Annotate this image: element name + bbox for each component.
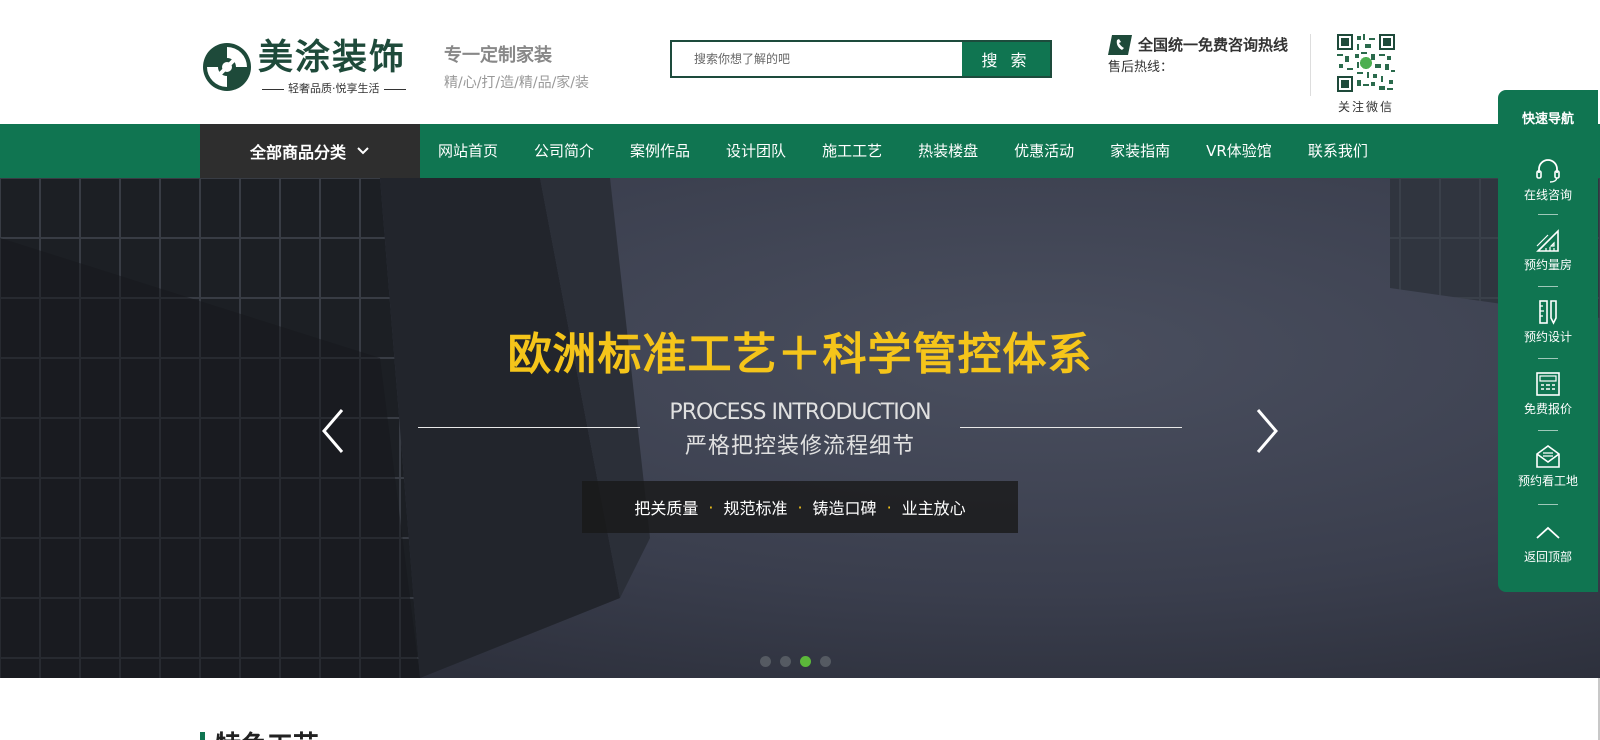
quick-nav-separator (1538, 358, 1558, 359)
quick-nav-panel: 快速导航 在线咨询 预约量房 预约设计 免费报价 预约看工地 返回顶部 (1498, 90, 1598, 592)
banner-pagination (760, 656, 840, 667)
wechat-qr: 关注微信 (1336, 34, 1396, 115)
quick-nav-label: 预约设计 (1523, 330, 1572, 344)
all-categories-button[interactable]: 全部商品分类 (200, 124, 420, 178)
calculator-icon (1536, 372, 1560, 396)
site-header: 美涂装饰 轻奢品质·悦享生活 专一定制家装 精/心/打/造/精/品/家/装 搜 … (0, 0, 1600, 124)
banner-subtitle-cn: 严格把控装修流程细节 (684, 434, 915, 459)
quick-nav-separator (1538, 214, 1558, 215)
main-nav: 全部商品分类 网站首页 公司简介 案例作品 设计团队 施工工艺 热装楼盘 优惠活… (0, 124, 1600, 178)
search-button[interactable]: 搜 索 (962, 42, 1050, 76)
phone-icon (1108, 35, 1132, 55)
logo-name: 美涂装饰 (258, 38, 407, 78)
quick-nav-separator (1538, 504, 1558, 505)
banner-subtitle-en: PROCESS INTRODUCTION (669, 400, 931, 425)
quick-nav-separator (1538, 430, 1558, 431)
chevron-up-icon (1536, 526, 1560, 539)
headset-icon (1536, 159, 1560, 183)
qr-label: 关注微信 (1337, 100, 1394, 114)
envelope-icon (1536, 445, 1560, 468)
pagination-dot[interactable] (780, 656, 791, 667)
quick-nav-online-consult[interactable]: 在线咨询 (1498, 156, 1598, 203)
nav-item-guide[interactable]: 家装指南 (1092, 124, 1188, 178)
nav-item-properties[interactable]: 热装楼盘 (900, 124, 996, 178)
quick-nav-quote[interactable]: 免费报价 (1498, 370, 1598, 417)
section-title: 特色工艺 (215, 732, 319, 740)
nav-item-cases[interactable]: 案例作品 (612, 124, 708, 178)
nav-item-vr[interactable]: VR体验馆 (1188, 124, 1290, 178)
banner-tag: 把关质量 (634, 499, 699, 518)
quick-nav-label: 预约量房 (1523, 258, 1572, 272)
hero-banner: 欧洲标准工艺＋科学管控体系 PROCESS INTRODUCTION 严格把控装… (0, 178, 1600, 678)
aftersale-label: 售后热线： (1108, 60, 1174, 75)
nav-item-contact[interactable]: 联系我们 (1290, 124, 1386, 178)
nav-items: 网站首页 公司简介 案例作品 设计团队 施工工艺 热装楼盘 优惠活动 家装指南 … (420, 124, 1386, 178)
slogan: 专一定制家装 精/心/打/造/精/品/家/装 (444, 44, 589, 94)
banner-title: 欧洲标准工艺＋科学管控体系 (507, 329, 1093, 380)
banner-prev-arrow-icon[interactable] (318, 406, 348, 456)
slogan-sub: 精/心/打/造/精/品/家/装 (444, 75, 590, 91)
quick-nav-label: 预约看工地 (1517, 474, 1578, 488)
nav-item-home[interactable]: 网站首页 (420, 124, 516, 178)
qr-code-icon (1337, 34, 1395, 92)
banner-tag: 铸造口碑 (812, 499, 877, 518)
tag-separator: · (708, 497, 714, 517)
hotline-label: 全国统一免费咨询热线 (1138, 36, 1289, 54)
pagination-dot-active[interactable] (800, 656, 811, 667)
slogan-main: 专一定制家装 (444, 45, 552, 66)
logo-mark-icon (203, 43, 251, 91)
section-accent-bar (200, 732, 205, 740)
all-categories-label: 全部商品分类 (249, 143, 346, 162)
quick-nav-measure[interactable]: 预约量房 (1498, 226, 1598, 273)
quick-nav-label: 返回顶部 (1523, 550, 1572, 564)
quick-nav-separator (1538, 286, 1558, 287)
banner-tag: 业主放心 (901, 499, 966, 518)
hotline-row: 全国统一免费咨询热线 (1108, 34, 1288, 56)
search-input[interactable] (672, 42, 964, 76)
quick-nav-label: 免费报价 (1523, 402, 1572, 416)
tag-separator: · (797, 497, 803, 517)
banner-tag: 规范标准 (723, 499, 788, 518)
banner-next-arrow-icon[interactable] (1252, 406, 1282, 456)
site-logo[interactable]: 美涂装饰 轻奢品质·悦享生活 (200, 38, 420, 96)
quick-nav-site-visit[interactable]: 预约看工地 (1498, 442, 1598, 489)
quick-nav-back-to-top[interactable]: 返回顶部 (1498, 518, 1598, 565)
nav-item-about[interactable]: 公司简介 (516, 124, 612, 178)
nav-item-design-team[interactable]: 设计团队 (708, 124, 804, 178)
pencil-ruler-icon (1539, 300, 1557, 325)
section-heading: 特色工艺 (200, 732, 319, 740)
quick-nav-design[interactable]: 预约设计 (1498, 298, 1598, 345)
nav-item-promotions[interactable]: 优惠活动 (996, 124, 1092, 178)
nav-item-craft[interactable]: 施工工艺 (804, 124, 900, 178)
chevron-down-icon (357, 147, 369, 155)
logo-tagline: 轻奢品质·悦享生活 (258, 80, 410, 96)
tag-separator: · (886, 497, 892, 517)
quick-nav-title: 快速导航 (1521, 112, 1574, 127)
ruler-triangle-icon (1536, 229, 1559, 252)
hotline-block: 全国统一免费咨询热线 售后热线： (1108, 34, 1288, 78)
pagination-dot[interactable] (760, 656, 771, 667)
pagination-dot[interactable] (820, 656, 831, 667)
quick-nav-label: 在线咨询 (1523, 188, 1572, 202)
header-divider (1310, 34, 1311, 96)
banner-tags: 把关质量 · 规范标准 · 铸造口碑 · 业主放心 (582, 481, 1018, 533)
search-bar: 搜 索 (670, 40, 1052, 78)
